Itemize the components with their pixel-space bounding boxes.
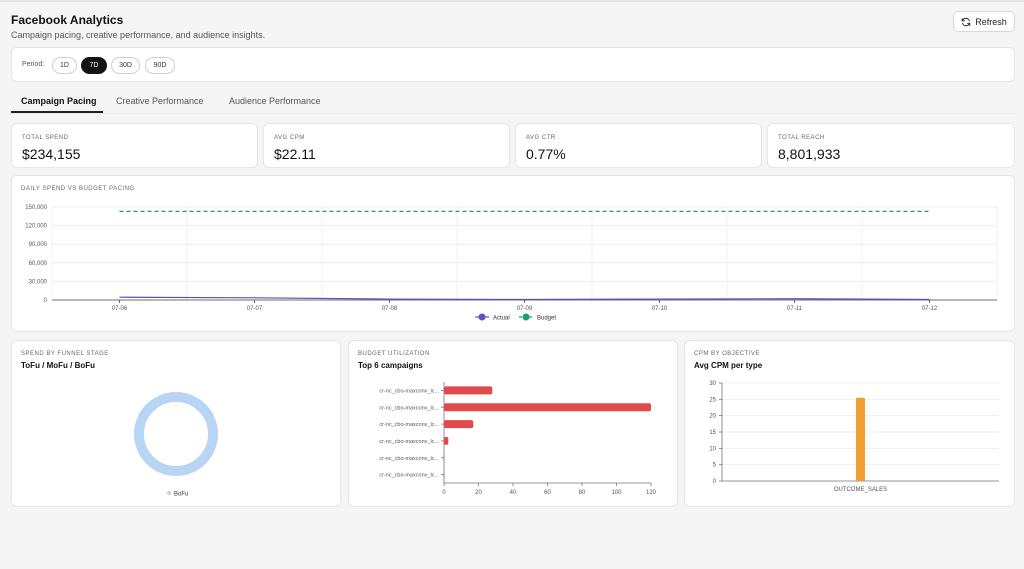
legend-marker (167, 491, 171, 495)
x-tick-label: 07-09 (517, 306, 533, 312)
x-tick-label: 07-08 (382, 306, 398, 312)
pacing-line-chart: 0 30,000 60,000 90,000 120,000 150,000 07-06 07… (25, 205, 998, 322)
refresh-label: Refresh (975, 16, 1007, 27)
kpi-label: TOTAL SPEND (22, 135, 69, 141)
x-tick-label: 07-07 (247, 306, 263, 312)
x-tick-label: 100 (611, 490, 622, 496)
top-border (0, 0, 1024, 2)
funnel-donut-chart: BoFu (134, 392, 218, 498)
x-tick-label: 60 (544, 490, 551, 496)
budget-chart-card: BUDGET UTILIZATION Top 6 campaigns 0 20 40… (348, 340, 678, 507)
kpi-total-reach: TOTAL REACH 8,801,933 (767, 123, 1015, 168)
tab-campaign-pacing[interactable]: Campaign Pacing (21, 96, 97, 106)
kpi-value: 8,801,933 (778, 146, 841, 162)
bar (444, 453, 445, 462)
y-tick-label: cr-nc_cbo-maxconv_lc... (379, 456, 439, 462)
kpi-avg-cpm: AVG CPM $22.11 (263, 123, 510, 168)
y-tick-label: 30 (709, 381, 716, 387)
kpi-value: $234,155 (22, 146, 81, 162)
y-tick-label: 30,000 (29, 279, 48, 285)
cpm-bar-chart: 0 5 10 15 20 25 30 OUTCOME_SALES (709, 381, 999, 493)
period-7d-button[interactable]: 7D (81, 57, 107, 74)
x-tick-label: 40 (510, 490, 517, 496)
budget-bar-chart: 0 20 40 60 80 100 120cr-nc_cbo-maxconv_lc...cr… (379, 382, 657, 496)
y-tick-label: cr-nc_cbo-maxconv_lc... (379, 422, 439, 428)
tab-audience-performance[interactable]: Audience Performance (229, 96, 321, 106)
x-tick-label: 07-12 (922, 306, 938, 312)
period-1d-button[interactable]: 1D (52, 57, 77, 74)
funnel-chart-card: SPEND BY FUNNEL STAGE ToFu / MoFu / BoFu… (11, 340, 341, 507)
period-90d-button[interactable]: 90D (145, 57, 175, 74)
y-tick-label: 120,000 (25, 224, 47, 230)
kpi-value: 0.77% (526, 146, 566, 162)
legend-label: BoFu (174, 492, 188, 498)
y-tick-label: 5 (713, 463, 717, 469)
page-subtitle: Campaign pacing, creative performance, a… (11, 30, 266, 40)
y-tick-label: 25 (709, 397, 716, 403)
y-tick-label: 0 (44, 298, 48, 304)
bar (444, 470, 445, 479)
legend-marker (478, 313, 486, 321)
x-tick-label: 07-10 (652, 306, 668, 312)
cpm-chart-card: CPM BY OBJECTIVE Avg CPM per type 0 5 10 15… (684, 340, 1015, 507)
kpi-label: TOTAL REACH (778, 135, 825, 141)
series-line-actual (119, 296, 930, 301)
period-label: Period: (22, 61, 45, 68)
kpi-label: AVG CTR (526, 135, 556, 141)
refresh-button[interactable]: Refresh (953, 11, 1015, 32)
period-selector: Period: 1D 7D 30D 90D (11, 47, 1015, 82)
legend-label: Budget (537, 316, 556, 322)
x-tick-label: 07-11 (787, 306, 803, 312)
y-tick-label: 60,000 (29, 261, 48, 267)
y-tick-label: cr-nc_cbo-maxconv_lc... (379, 388, 439, 394)
kpi-label: AVG CPM (274, 135, 305, 141)
x-tick-label: 0 (442, 490, 446, 496)
tabs-divider (11, 113, 1015, 114)
tab-creative-performance[interactable]: Creative Performance (116, 96, 204, 106)
bar (444, 403, 651, 412)
kpi-value: $22.11 (274, 146, 316, 162)
bar (444, 420, 474, 429)
y-tick-label: 10 (709, 446, 716, 452)
x-tick-label: OUTCOME_SALES (834, 487, 887, 493)
kpi-avg-ctr: AVG CTR 0.77% (515, 123, 762, 168)
x-tick-label: 20 (475, 490, 482, 496)
legend-label: Actual (493, 316, 510, 322)
y-tick-label: cr-nc_cbo-maxconv_lc... (379, 405, 439, 411)
active-tab-indicator (11, 111, 103, 113)
y-tick-label: 15 (709, 430, 716, 436)
y-tick-label: cr-nc_cbo-maxconv_lc... (379, 473, 439, 479)
refresh-icon (961, 17, 971, 26)
kpi-total-spend: TOTAL SPEND $234,155 (11, 123, 258, 168)
y-tick-label: 150,000 (25, 205, 47, 211)
page-title: Facebook Analytics (11, 13, 124, 27)
y-tick-label: 0 (713, 479, 717, 485)
y-tick-label: 90,000 (29, 242, 48, 248)
period-30d-button[interactable]: 30D (111, 57, 140, 74)
legend-marker (522, 313, 530, 321)
x-tick-label: 80 (579, 490, 586, 496)
bar (444, 436, 449, 445)
bar (444, 386, 493, 395)
x-tick-label: 120 (646, 490, 657, 496)
x-tick-label: 07-06 (112, 306, 128, 312)
bar (856, 397, 865, 481)
y-tick-label: 20 (709, 414, 716, 420)
pacing-chart-card: DAILY SPEND VS BUDGET PACING 0 30,000 60,0… (11, 175, 1015, 332)
y-tick-label: cr-nc_cbo-maxconv_lc... (379, 439, 439, 445)
pie-slice-bofu (134, 392, 218, 476)
